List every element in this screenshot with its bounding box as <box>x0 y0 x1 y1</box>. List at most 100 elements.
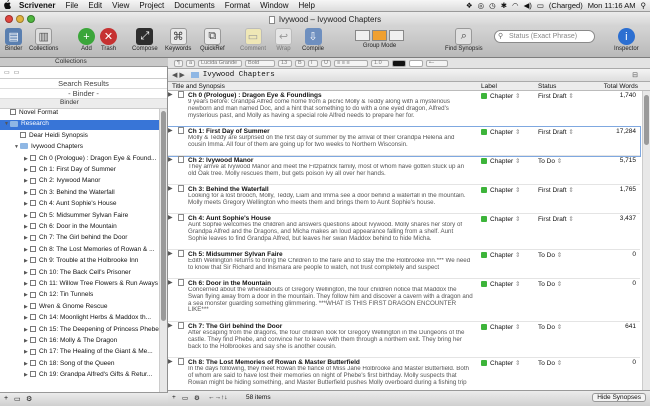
corkboard-mode-icon[interactable] <box>372 30 387 41</box>
inspector-button[interactable]: i Inspector <box>614 28 639 52</box>
status-stepper-icon[interactable]: ⇕ <box>568 129 573 136</box>
binder-item[interactable]: ▶ Ch 18: Song of the Queen <box>0 360 167 370</box>
status-stepper-icon[interactable]: ⇕ <box>557 360 562 367</box>
alignment-buttons[interactable]: ≡ ≡ ≡ <box>334 59 369 67</box>
binder-item[interactable]: ▶ Ch 3: Behind the Waterfall <box>0 189 167 199</box>
menu-documents[interactable]: Documents <box>169 1 219 10</box>
label-stepper-icon[interactable]: ⇕ <box>515 360 520 367</box>
label-stepper-icon[interactable]: ⇕ <box>515 129 520 136</box>
row-label[interactable]: Chapter ⇕ <box>481 323 520 331</box>
font-size-select[interactable]: 13 <box>278 59 293 67</box>
dropbox-icon[interactable]: ❖ <box>466 1 473 10</box>
menu-format[interactable]: Format <box>220 1 255 10</box>
label-stepper-icon[interactable]: ⇕ <box>515 158 520 165</box>
spotlight-icon[interactable]: ⚲ <box>641 1 647 10</box>
scrivenings-mode-icon[interactable] <box>355 30 370 41</box>
add-button[interactable]: + Add <box>78 28 95 52</box>
underline-button[interactable]: U <box>321 59 332 67</box>
row-status[interactable]: To Do ⇕ <box>538 251 562 259</box>
text-color-swatch[interactable] <box>392 59 407 67</box>
battery-icon[interactable]: ▭ <box>537 1 544 10</box>
col-total-words[interactable]: Total Words <box>604 83 638 90</box>
status-stepper-icon[interactable]: ⇕ <box>568 93 573 100</box>
outliner-row[interactable]: ▶ Ch 3: Behind the Waterfall Looking for a… <box>168 185 640 214</box>
row-status[interactable]: To Do ⇕ <box>538 157 562 165</box>
outliner-row[interactable]: ▶ Ch 5: Midsummer Sylvan Faire Edith Welli… <box>168 250 640 279</box>
label-stepper-icon[interactable]: ⇕ <box>515 187 520 194</box>
clock[interactable]: Mon 11:16 AM <box>588 1 636 10</box>
binder-add-icon[interactable]: + <box>4 395 8 402</box>
binder-item[interactable]: ▶ Ch 19: Grandpa Alfred's Gifts & Retur..… <box>0 371 167 381</box>
time-machine-icon[interactable]: ◷ <box>489 1 496 10</box>
binder-item[interactable]: ▶ Ch 5: Midsummer Sylvan Faire <box>0 212 167 222</box>
label-stepper-icon[interactable]: ⇕ <box>515 93 520 100</box>
disclosure-triangle-icon[interactable]: ▶ <box>168 156 173 163</box>
font-style-select[interactable]: a <box>185 59 196 67</box>
status-stepper-icon[interactable]: ⇕ <box>557 324 562 331</box>
outliner-mode-icon[interactable] <box>389 30 404 41</box>
label-stepper-icon[interactable]: ⇕ <box>515 324 520 331</box>
trash-button[interactable]: ✕ Trash <box>100 28 117 52</box>
row-label[interactable]: Chapter ⇕ <box>481 359 520 367</box>
row-label[interactable]: Chapter ⇕ <box>481 128 520 136</box>
disclosure-triangle-icon[interactable]: ▶ <box>168 185 173 192</box>
row-label[interactable]: Chapter ⇕ <box>481 251 520 259</box>
binder-item[interactable]: ▶ Ch 17: The Healing of the Giant & Me... <box>0 348 167 358</box>
col-label[interactable]: Label <box>481 83 497 90</box>
footer-folder-icon[interactable]: ▭ <box>182 394 188 402</box>
col-status[interactable]: Status <box>538 83 556 90</box>
binder-item[interactable]: ▶ Ch 11: Willow Tree Flowers & Run Aways <box>0 280 167 290</box>
col-title-synopsis[interactable]: Title and Synopsis <box>172 83 225 90</box>
navigate-back-icon[interactable]: ◀ <box>172 71 177 79</box>
label-stepper-icon[interactable]: ⇕ <box>515 252 520 259</box>
menu-view[interactable]: View <box>107 1 134 10</box>
apple-icon[interactable] <box>0 0 14 11</box>
binder-item[interactable]: ▶ Ch 0 (Prologue) : Dragon Eye & Found... <box>0 155 167 165</box>
collection-tab-icon-2[interactable]: ▭ <box>14 69 20 76</box>
outliner-row[interactable]: ▶ Ch 2: Ivywood Manor They arrive at Ivywo… <box>168 156 640 185</box>
collection-tab-icon[interactable]: ▭ <box>4 69 10 76</box>
italic-button[interactable]: I <box>308 59 319 67</box>
group-mode-control[interactable]: Group Mode <box>355 28 404 49</box>
hide-synopses-button[interactable]: Hide Synopses <box>592 393 646 402</box>
label-stepper-icon[interactable]: ⇕ <box>515 216 520 223</box>
list-select[interactable]: •– <box>426 59 449 67</box>
binder-scrollbar[interactable] <box>159 109 167 392</box>
collections-button[interactable]: ▥ Collections <box>29 28 58 52</box>
disclosure-triangle-icon[interactable]: ▶ <box>168 358 173 365</box>
outliner-scroll-thumb[interactable] <box>644 95 649 145</box>
row-status[interactable]: First Draft ⇕ <box>538 186 574 194</box>
bold-button[interactable]: B <box>295 59 306 67</box>
split-editor-icon[interactable]: ⊟ <box>632 71 638 79</box>
outliner-row[interactable]: ▶ Ch 6: Door in the Mountain Concerned abo… <box>168 279 640 322</box>
binder-item[interactable]: ▶ Ch 2: Ivywood Manor <box>0 177 167 187</box>
binder-item[interactable]: ▶ Ch 1: First Day of Summer <box>0 166 167 176</box>
row-status[interactable]: To Do ⇕ <box>538 359 562 367</box>
status-stepper-icon[interactable]: ⇕ <box>557 252 562 259</box>
disclosure-triangle-icon[interactable]: ▶ <box>168 322 173 329</box>
search-input[interactable]: ⚲ Status (Exact Phrase) <box>494 30 595 43</box>
editor-header-title[interactable]: Ivywood Chapters <box>203 71 275 79</box>
disclosure-triangle-icon[interactable]: ▶ <box>168 127 173 134</box>
wifi-icon[interactable]: ◠ <box>512 1 519 10</box>
binder-item[interactable]: ▶ Ch 9: Trouble at the Holbrooke Inn <box>0 257 167 267</box>
menu-file[interactable]: File <box>60 1 83 10</box>
navigate-forward-icon[interactable]: ▶ <box>179 71 184 79</box>
binder-item[interactable]: ▶ Ch 4: Aunt Sophie's House <box>0 200 167 210</box>
row-status[interactable]: First Draft ⇕ <box>538 128 574 136</box>
footer-add-icon[interactable]: + <box>172 394 176 401</box>
binder-item[interactable]: Novel Format <box>0 109 167 119</box>
disclosure-triangle-icon[interactable]: ▶ <box>168 250 173 257</box>
menu-help[interactable]: Help <box>294 1 320 10</box>
zoom-window-icon[interactable] <box>27 15 35 23</box>
status-stepper-icon[interactable]: ⇕ <box>568 216 573 223</box>
binder-item[interactable]: Dear Heidi Synopsis <box>0 132 167 142</box>
volume-icon[interactable]: ◀) <box>524 1 532 10</box>
binder-item[interactable]: ▶ Ch 7: The Girl behind the Door <box>0 234 167 244</box>
compile-button[interactable]: ⇩ Compile <box>302 28 324 52</box>
comment-button[interactable]: ▭ Comment <box>240 28 266 52</box>
line-spacing-select[interactable]: 1.0 <box>371 59 390 67</box>
minimize-window-icon[interactable] <box>16 15 24 23</box>
binder-item[interactable]: ▶ Ch 8: The Lost Memories of Rowan & ... <box>0 246 167 256</box>
binder-settings-icon[interactable]: ⚙ <box>26 395 32 403</box>
